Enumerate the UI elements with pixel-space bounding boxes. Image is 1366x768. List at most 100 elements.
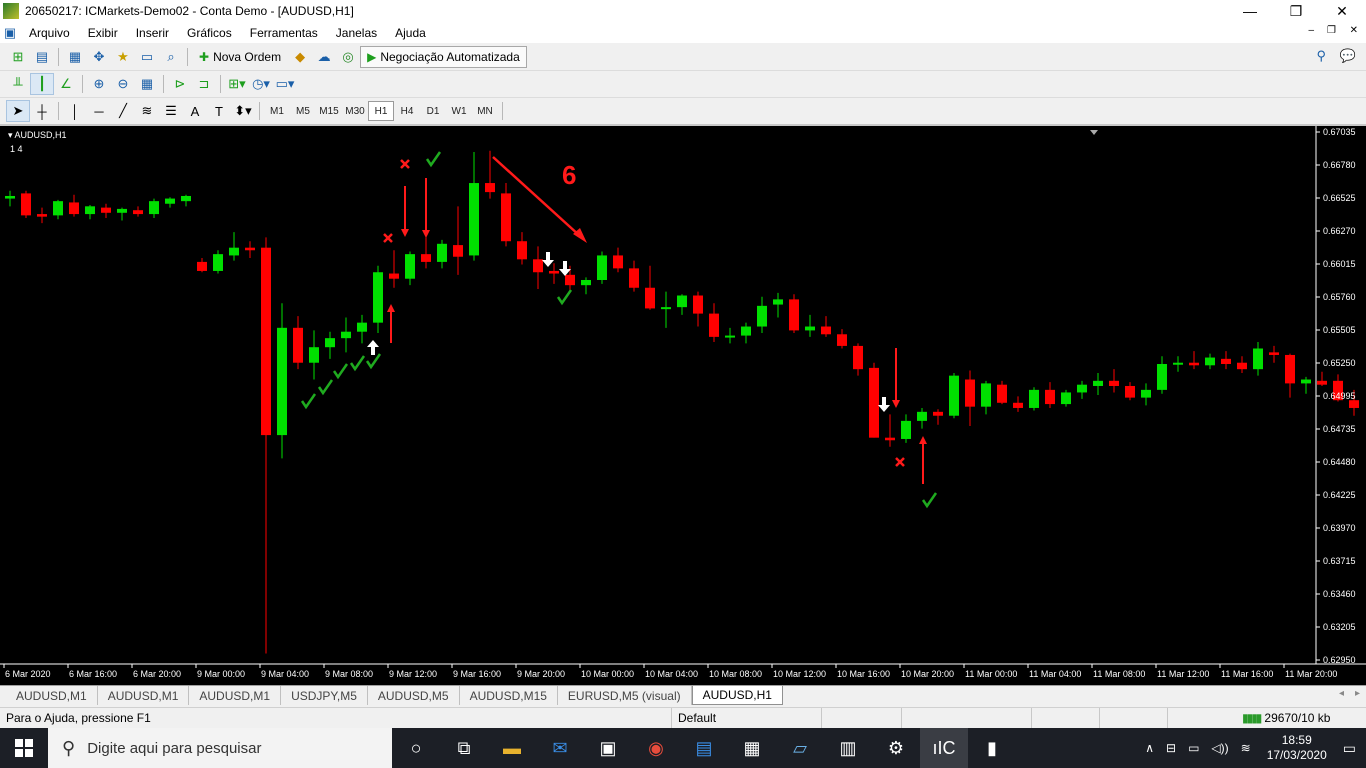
bullish-candle xyxy=(741,326,751,336)
minimize-button[interactable]: — xyxy=(1227,0,1273,22)
trendline-icon[interactable]: ╱ xyxy=(111,100,135,122)
period-clock-icon[interactable]: ◷▾ xyxy=(249,73,273,95)
chart-shift-marker-icon[interactable] xyxy=(1090,130,1098,135)
chrome-icon[interactable]: ◉ xyxy=(632,728,680,768)
tester-icon[interactable]: ⌕ xyxy=(159,46,183,68)
equidistant-channel-icon[interactable]: ≋ xyxy=(135,100,159,122)
horizontal-line-icon[interactable]: ─ xyxy=(87,100,111,122)
auto-trading-button[interactable]: ▶ Negociação Automatizada xyxy=(360,46,527,68)
line-chart-icon[interactable]: ∠ xyxy=(54,73,78,95)
mail-icon[interactable]: ✉ xyxy=(536,728,584,768)
tab-scroll-right-icon[interactable]: ▸ xyxy=(1355,688,1360,699)
autoscroll-icon[interactable]: ⊳ xyxy=(168,73,192,95)
fibonacci-icon[interactable]: ☰ xyxy=(159,100,183,122)
mdi-restore-icon[interactable]: ❐ xyxy=(1327,25,1336,36)
app-icon[interactable]: ▣ xyxy=(584,728,632,768)
indicators-icon[interactable]: ⊞▾ xyxy=(225,73,249,95)
tab-audusd-m1-c[interactable]: AUDUSD,M1 xyxy=(189,686,282,705)
tab-scroll-left-icon[interactable]: ◂ xyxy=(1339,688,1344,699)
bearish-candle xyxy=(821,326,831,335)
metatrader-icon[interactable]: ıIC xyxy=(920,728,968,768)
data-window-icon[interactable]: ✥ xyxy=(87,46,111,68)
bearish-candle xyxy=(533,259,543,273)
close-button[interactable]: ✕ xyxy=(1319,0,1365,22)
tile-windows-icon[interactable]: ▦ xyxy=(135,73,159,95)
tab-audusd-m1-a[interactable]: AUDUSD,M1 xyxy=(6,686,98,705)
market-watch-icon[interactable]: ▦ xyxy=(63,46,87,68)
white-down-arrow xyxy=(878,397,890,412)
clock[interactable]: 18:59 17/03/2020 xyxy=(1257,733,1337,763)
profiles-icon[interactable]: ▤ xyxy=(30,46,54,68)
timeframe-m5[interactable]: M5 xyxy=(290,101,316,121)
file-explorer-icon[interactable]: ▬ xyxy=(488,728,536,768)
menu-inserir[interactable]: Inserir xyxy=(127,26,178,40)
notepad-icon[interactable]: ▱ xyxy=(776,728,824,768)
menu-arquivo[interactable]: Arquivo xyxy=(20,26,79,40)
price-chart[interactable]: 6 0.67035 0.66780 0.66525 0.66270 0.66015 0.6… xyxy=(0,126,1366,685)
navigator-icon[interactable]: ★ xyxy=(111,46,135,68)
timeframe-w1[interactable]: W1 xyxy=(446,101,472,121)
tray-network-icon[interactable]: ⊟ xyxy=(1166,741,1176,755)
candlestick-icon[interactable]: ┃ xyxy=(30,73,54,95)
notifications-icon[interactable]: ▭ xyxy=(1343,740,1356,757)
search-icon: ⚲ xyxy=(62,737,76,758)
vertical-line-icon[interactable]: │ xyxy=(63,100,87,122)
text-label-icon[interactable]: T xyxy=(207,100,231,122)
zoom-out-icon[interactable]: ⊖ xyxy=(111,73,135,95)
mdi-close-icon[interactable]: ✕ xyxy=(1350,25,1358,36)
timeframe-m30[interactable]: M30 xyxy=(342,101,368,121)
tab-audusd-m5[interactable]: AUDUSD,M5 xyxy=(368,686,460,705)
maximize-button[interactable]: ❐ xyxy=(1273,0,1319,22)
tab-eurusd-m5-visual[interactable]: EURUSD,M5 (visual) xyxy=(558,686,692,705)
metaeditor-icon[interactable]: ◆ xyxy=(288,46,312,68)
tray-power-icon[interactable]: ▭ xyxy=(1188,741,1199,755)
timeframe-m1[interactable]: M1 xyxy=(264,101,290,121)
tray-wifi-icon[interactable]: ≋ xyxy=(1241,741,1251,755)
menu-ajuda[interactable]: Ajuda xyxy=(386,26,435,40)
search-icon[interactable]: ⚲ xyxy=(1316,48,1326,64)
taskbar-search[interactable]: ⚲ Digite aqui para pesquisar xyxy=(48,728,392,768)
mdi-minimize-icon[interactable]: – xyxy=(1308,25,1314,36)
tab-audusd-m15[interactable]: AUDUSD,M15 xyxy=(460,686,558,705)
crosshair-icon[interactable]: ┼ xyxy=(30,100,54,122)
menu-graficos[interactable]: Gráficos xyxy=(178,26,241,40)
timeframe-d1[interactable]: D1 xyxy=(420,101,446,121)
timeframe-h1[interactable]: H1 xyxy=(368,101,394,121)
timeframe-m15[interactable]: M15 xyxy=(316,101,342,121)
tab-audusd-h1[interactable]: AUDUSD,H1 xyxy=(691,686,783,705)
chat-icon[interactable]: 💬 xyxy=(1340,48,1356,64)
timeframe-h4[interactable]: H4 xyxy=(394,101,420,121)
vps-icon[interactable]: ◎ xyxy=(336,46,360,68)
bar-chart-icon[interactable]: ╨ xyxy=(6,73,30,95)
menu-janelas[interactable]: Janelas xyxy=(327,26,386,40)
chart-window[interactable]: 6 0.67035 0.66780 0.66525 0.66270 0.66015 0.6… xyxy=(0,124,1366,685)
zoom-in-icon[interactable]: ⊕ xyxy=(87,73,111,95)
calculator-icon[interactable]: ▥ xyxy=(824,728,872,768)
paint-icon[interactable]: ▦ xyxy=(728,728,776,768)
tray-volume-icon[interactable]: ◁)) xyxy=(1211,741,1228,755)
x-tick-label: 10 Mar 04:00 xyxy=(645,669,698,679)
doc-icon[interactable]: ▣ xyxy=(0,22,20,44)
task-view-icon[interactable]: ⧉ xyxy=(440,728,488,768)
text-icon[interactable]: A xyxy=(183,100,207,122)
arrows-icon[interactable]: ⬍▾ xyxy=(231,100,255,122)
tray-chevron-icon[interactable]: ∧ xyxy=(1145,741,1154,755)
settings-gear-icon[interactable]: ⚙ xyxy=(872,728,920,768)
templates-icon[interactable]: ▭▾ xyxy=(273,73,297,95)
menu-ferramentas[interactable]: Ferramentas xyxy=(241,26,327,40)
chart-shift-icon[interactable]: ⊐ xyxy=(192,73,216,95)
new-chart-icon[interactable]: ⊞ xyxy=(6,46,30,68)
cortana-icon[interactable]: ○ xyxy=(392,728,440,768)
cursor-icon[interactable]: ➤ xyxy=(6,100,30,122)
terminal-icon[interactable]: ▭ xyxy=(135,46,159,68)
menu-exibir[interactable]: Exibir xyxy=(79,26,127,40)
tab-usdjpy-m5[interactable]: USDJPY,M5 xyxy=(281,686,368,705)
start-button[interactable] xyxy=(0,728,48,768)
signals-icon[interactable]: ☁ xyxy=(312,46,336,68)
new-order-button[interactable]: ✚ Nova Ordem xyxy=(192,46,288,68)
y-tick-label: 0.67035 xyxy=(1323,127,1356,137)
tab-audusd-m1-b[interactable]: AUDUSD,M1 xyxy=(98,686,190,705)
outlook-icon[interactable]: ▤ xyxy=(680,728,728,768)
video-editor-icon[interactable]: ▮ xyxy=(968,728,1016,768)
timeframe-mn[interactable]: MN xyxy=(472,101,498,121)
